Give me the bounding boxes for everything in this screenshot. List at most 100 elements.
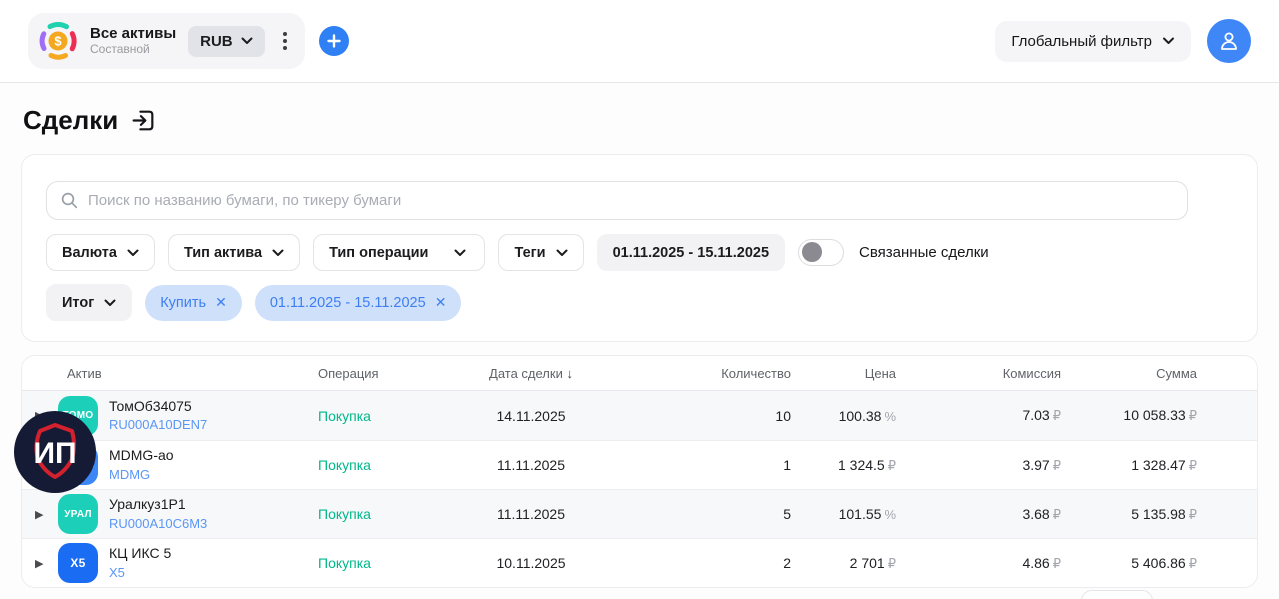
price-cell: 2 701 ₽ — [849, 554, 896, 571]
filter-date-range-button[interactable]: 01.11.2025 - 15.11.2025 — [596, 234, 786, 271]
quantity-cell: 1 — [783, 457, 791, 473]
add-button[interactable] — [318, 26, 349, 56]
currency-value: RUB — [200, 32, 233, 50]
filter-total-dropdown[interactable]: Итог — [46, 284, 133, 321]
page-title: Сделки — [23, 105, 119, 135]
column-header-quantity[interactable]: Количество — [621, 366, 791, 381]
chevron-down-icon — [241, 37, 253, 44]
search-icon — [61, 192, 78, 209]
price-cell: 1 324.5 ₽ — [838, 456, 896, 473]
close-icon[interactable]: ✕ — [215, 294, 227, 311]
active-filter-chip-date-range[interactable]: 01.11.2025 - 15.11.2025 ✕ — [254, 284, 462, 321]
chip-label: 01.11.2025 - 15.11.2025 — [269, 294, 426, 311]
total-unit: ₽ — [1188, 506, 1197, 522]
portfolio-logo-icon: $ — [38, 21, 78, 61]
column-header-operation[interactable]: Операция — [318, 366, 441, 381]
column-header-total[interactable]: Сумма — [1061, 366, 1197, 381]
fee-cell: 3.97 ₽ — [1022, 456, 1061, 473]
date-cell: 11.11.2025 — [497, 457, 565, 473]
table-header-row: Актив Операция Дата сделки ↓ Количество … — [22, 356, 1257, 391]
total-cell: 10 058.33 ₽ — [1123, 407, 1197, 423]
fee-unit: ₽ — [1052, 506, 1061, 522]
asset-badge: УРАЛ — [58, 494, 98, 534]
table-row[interactable]: ▶ MDMG MDMG-ао MDMG Покупка 11.11.2025 1… — [22, 440, 1257, 489]
column-header-date[interactable]: Дата сделки ↓ — [441, 366, 621, 381]
date-cell: 10.11.2025 — [496, 555, 566, 571]
price-unit: ₽ — [887, 555, 896, 571]
row-expand-icon[interactable]: ▶ — [35, 557, 47, 570]
asset-ticker-link[interactable]: RU000A10C6M3 — [109, 515, 207, 534]
price-cell: 100.38% — [838, 407, 896, 424]
linked-trades-toggle[interactable] — [798, 239, 845, 266]
export-icon[interactable] — [130, 107, 157, 134]
fee-unit: ₽ — [1052, 457, 1061, 473]
filter-currency-dropdown[interactable]: Валюта — [46, 234, 155, 271]
fee-cell: 3.68 ₽ — [1022, 505, 1061, 522]
asset-ticker-link[interactable]: MDMG — [109, 466, 174, 485]
portfolio-title: Все активы — [90, 25, 177, 43]
global-filter-label: Глобальный фильтр — [1011, 32, 1152, 50]
linked-trades-label: Связанные сделки — [859, 244, 989, 261]
chevron-down-icon — [1163, 37, 1174, 44]
portfolio-menu-button[interactable] — [277, 28, 293, 54]
fee-cell: 7.03 ₽ — [1022, 407, 1061, 423]
total-cell: 5 406.86 ₽ — [1131, 554, 1197, 571]
user-icon — [1221, 32, 1237, 50]
filter-currency-label: Валюта — [62, 244, 117, 261]
close-icon[interactable]: ✕ — [435, 294, 447, 311]
fee-unit: ₽ — [1052, 408, 1061, 423]
bottom-cutoff-pill[interactable] — [1081, 590, 1153, 599]
total-unit: ₽ — [1188, 408, 1197, 423]
user-avatar[interactable] — [1207, 19, 1251, 63]
chevron-down-icon — [104, 299, 116, 306]
filters-panel: Валюта Тип актива Тип операции Теги 01.1… — [21, 154, 1258, 342]
top-bar: $ Все активы Составной RUB Глобальный фи… — [0, 0, 1279, 83]
row-expand-icon[interactable]: ▶ — [35, 508, 47, 521]
quantity-cell: 10 — [775, 407, 791, 424]
operation-cell: Покупка — [318, 555, 371, 571]
table-row[interactable]: ▶ УРАЛ Уралкуз1Р1 RU000A10C6M3 Покупка 1… — [22, 489, 1257, 538]
price-unit: ₽ — [887, 457, 896, 473]
filter-tags-label: Теги — [514, 244, 546, 261]
active-filter-chip-buy[interactable]: Купить ✕ — [145, 284, 242, 321]
asset-name: ТомОб34075 — [109, 397, 192, 414]
filter-operation-type-label: Тип операции — [329, 244, 429, 261]
plus-icon — [326, 34, 341, 48]
filter-date-range-value: 01.11.2025 - 15.11.2025 — [612, 244, 770, 261]
table-row[interactable]: ▶ ТОМО ТомОб34075 RU000A10DEN7 Покупка 1… — [22, 391, 1257, 440]
operation-cell: Покупка — [318, 506, 371, 522]
date-cell: 14.11.2025 — [496, 407, 566, 424]
total-unit: ₽ — [1188, 457, 1197, 473]
currency-select[interactable]: RUB — [188, 25, 265, 57]
global-filter-dropdown[interactable]: Глобальный фильтр — [995, 20, 1191, 62]
chevron-down-icon — [556, 249, 568, 256]
filter-asset-type-label: Тип актива — [183, 244, 263, 261]
asset-name: Уралкуз1Р1 — [109, 496, 186, 513]
quantity-cell: 5 — [783, 506, 791, 522]
fee-unit: ₽ — [1052, 555, 1061, 571]
asset-badge: X5 — [58, 543, 98, 583]
chip-label: Купить — [160, 294, 207, 311]
chevron-down-icon — [127, 249, 139, 256]
portfolio-selector[interactable]: $ Все активы Составной RUB — [28, 13, 305, 69]
table-row[interactable]: ▶ X5 КЦ ИКС 5 X5 Покупка 10.11.2025 2 2 … — [22, 538, 1257, 587]
asset-ticker-link[interactable]: RU000A10DEN7 — [109, 416, 207, 435]
sort-desc-icon: ↓ — [566, 365, 573, 381]
quantity-cell: 2 — [783, 555, 791, 571]
column-header-asset[interactable]: Актив — [22, 366, 318, 381]
filter-tags-dropdown[interactable]: Теги — [498, 234, 584, 271]
portfolio-subtitle: Составной — [90, 41, 150, 56]
column-header-price[interactable]: Цена — [791, 366, 896, 381]
watermark-text: ИП — [33, 437, 76, 470]
total-cell: 5 135.98 ₽ — [1131, 505, 1197, 522]
filter-asset-type-dropdown[interactable]: Тип актива — [167, 234, 301, 271]
search-box[interactable] — [46, 181, 1188, 220]
asset-ticker-link[interactable]: X5 — [109, 564, 171, 583]
search-input[interactable] — [88, 192, 1173, 209]
filter-total-label: Итог — [62, 294, 95, 311]
toggle-knob — [802, 242, 823, 263]
filter-operation-type-dropdown[interactable]: Тип операции — [313, 234, 486, 271]
chevron-down-icon — [272, 249, 284, 256]
svg-text:$: $ — [54, 34, 62, 49]
column-header-fee[interactable]: Комиссия — [896, 366, 1061, 381]
